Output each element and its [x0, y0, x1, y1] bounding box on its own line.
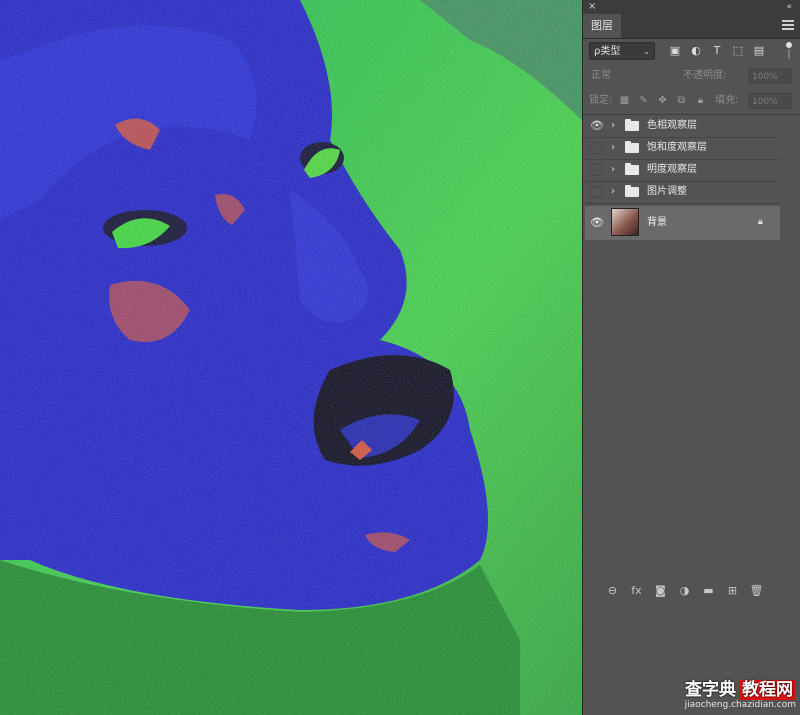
delete-layer-icon[interactable]: 🗑︎	[749, 583, 764, 598]
layer-thumbnail	[611, 208, 639, 236]
adjustment-filter-icon[interactable]: ◐	[688, 43, 704, 59]
eye-icon[interactable]: 👁︎	[589, 119, 605, 133]
fx-icon[interactable]: fx	[629, 583, 644, 598]
lock-row: 锁定: ▦ ✎ ✥ ⧉ 🔒︎ 填充: 100%	[587, 91, 796, 111]
opacity-field[interactable]: 100%	[748, 68, 792, 84]
collapse-panel-icon[interactable]: «	[786, 0, 792, 14]
shape-filter-icon[interactable]: ⬚	[730, 43, 746, 59]
filter-type-select[interactable]: ρ类型 ⌄	[589, 42, 655, 60]
chevron-right-icon[interactable]: ›	[611, 119, 621, 133]
tab-layers[interactable]: 图层	[583, 14, 621, 38]
visibility-off-box[interactable]	[590, 186, 602, 198]
watermark-badge: 教程网	[739, 680, 796, 700]
watermark: 查字典 教程网 jiaocheng.chazidian.com	[685, 680, 796, 711]
fill-label: 填充:	[715, 95, 739, 106]
new-group-icon[interactable]: ▬	[701, 583, 716, 598]
watermark-brand: 查字典	[685, 680, 736, 700]
layer-group-row[interactable]: 👁︎ › 色相观察层	[585, 116, 780, 138]
lock-icon: 🔒︎	[758, 217, 763, 227]
panel-topbar: × «	[583, 0, 800, 14]
layer-list: 👁︎ › 色相观察层 › 饱和度观察层 › 明度观察层 › 图片调整 👁︎ 背景	[585, 116, 780, 240]
layer-name: 色相观察层	[647, 120, 697, 131]
lock-position-icon[interactable]: ✥	[655, 93, 670, 109]
lock-all-icon[interactable]: 🔒︎	[693, 93, 708, 109]
type-filter-icon[interactable]: T	[709, 43, 725, 59]
layer-name: 饱和度观察层	[647, 142, 707, 153]
panel-menu-icon[interactable]	[782, 20, 794, 30]
chevron-down-icon: ⌄	[643, 47, 650, 56]
folder-icon	[625, 163, 639, 175]
new-adjustment-icon[interactable]: ◑	[677, 583, 692, 598]
visibility-off-box[interactable]	[590, 164, 602, 176]
layer-name: 明度观察层	[647, 164, 697, 175]
lock-pixels-icon[interactable]: ✎	[636, 93, 651, 109]
blend-row: 正常 不透明度: 100%	[587, 66, 796, 86]
visibility-off-box[interactable]	[590, 142, 602, 154]
canvas-image	[0, 0, 582, 715]
lock-label: 锁定:	[589, 95, 613, 106]
filter-type-label: ρ类型	[594, 46, 621, 57]
layer-group-row[interactable]: › 饱和度观察层	[585, 138, 780, 160]
panel-bottom-bar: ⊖ fx ◙ ◑ ▬ ⊞ 🗑︎	[583, 579, 800, 601]
watermark-url: jiaocheng.chazidian.com	[684, 700, 796, 710]
opacity-label: 不透明度:	[683, 70, 727, 81]
folder-icon	[625, 185, 639, 197]
background-layer-row[interactable]: 👁︎ 背景 🔒︎	[585, 206, 780, 240]
folder-icon	[625, 119, 639, 131]
layer-filter-row: ρ类型 ⌄ ▣ ◐ T ⬚ ▤	[587, 40, 796, 62]
layer-group-row[interactable]: › 明度观察层	[585, 160, 780, 182]
link-layers-icon[interactable]: ⊖	[605, 583, 620, 598]
eye-icon[interactable]: 👁︎	[589, 216, 605, 230]
chevron-right-icon[interactable]: ›	[611, 141, 621, 155]
filter-toggle-stem	[788, 49, 790, 59]
filter-toggle-icon[interactable]	[786, 42, 792, 48]
add-mask-icon[interactable]: ◙	[653, 583, 668, 598]
blend-mode-select[interactable]: 正常	[591, 68, 671, 84]
layer-name: 背景	[647, 217, 667, 228]
smart-object-filter-icon[interactable]: ▤	[751, 43, 767, 59]
folder-icon	[625, 141, 639, 153]
divider	[583, 114, 800, 115]
panel-tab-row: 图层	[583, 14, 800, 39]
new-layer-icon[interactable]: ⊞	[725, 583, 740, 598]
chevron-right-icon[interactable]: ›	[611, 185, 621, 199]
layers-panel: × « 图层 ρ类型 ⌄ ▣ ◐ T ⬚ ▤ 正常 不透明度: 100% 锁定:…	[582, 0, 800, 715]
layer-name: 图片调整	[647, 186, 687, 197]
fill-field[interactable]: 100%	[748, 93, 792, 109]
document-canvas[interactable]	[0, 0, 582, 715]
layer-group-row[interactable]: › 图片调整	[585, 182, 780, 204]
close-panel-icon[interactable]: ×	[588, 0, 596, 14]
lock-transparency-icon[interactable]: ▦	[617, 93, 632, 109]
lock-artboard-icon[interactable]: ⧉	[674, 93, 689, 109]
chevron-right-icon[interactable]: ›	[611, 163, 621, 177]
image-filter-icon[interactable]: ▣	[667, 43, 683, 59]
